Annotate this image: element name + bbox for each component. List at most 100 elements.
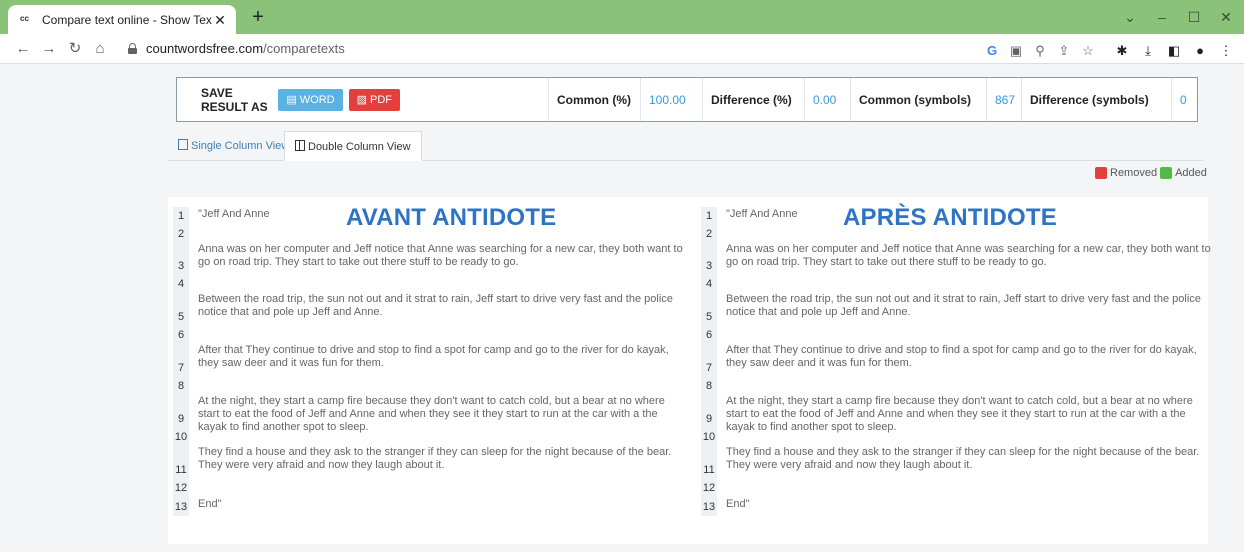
text-line: 8 [173, 377, 683, 395]
line-text: After that They continue to drive and st… [198, 344, 669, 369]
line-text [717, 275, 1211, 293]
word-file-icon: ▤ [286, 93, 297, 106]
text-line: 13 End" [173, 497, 683, 516]
right-text-column: 1 "Jeff And Anne 2 3 Anna was on her compute… [701, 207, 1211, 516]
text-line: 12 [701, 479, 1211, 497]
common-symbols-label: Common (symbols) [850, 78, 986, 121]
profile-avatar-icon[interactable]: ● [1190, 41, 1210, 61]
url-text[interactable]: countwordsfree.com/comparetexts [146, 41, 345, 56]
minimize-icon[interactable]: – [1148, 6, 1176, 28]
text-line: 3 Anna was on her computer and Jeff notic… [173, 243, 683, 275]
line-text: After that They continue to drive and st… [726, 344, 1197, 369]
line-number: 9 [701, 395, 717, 428]
line-number: 2 [701, 225, 717, 243]
difference-percent-label: Difference (%) [702, 78, 804, 121]
bookmark-star-icon[interactable]: ☆ [1078, 41, 1098, 61]
text-line: 6 [173, 326, 683, 344]
line-text [717, 479, 1211, 497]
share-icon[interactable]: ⇪ [1054, 41, 1074, 61]
line-number: 2 [173, 225, 189, 243]
side-panel-icon[interactable]: ◧ [1164, 41, 1184, 61]
address-bar[interactable]: countwordsfree.com/comparetexts G ▣ ⚲ ⇪ … [116, 37, 1244, 61]
site-favicon-icon: ᶜᶜ [20, 12, 30, 27]
reload-icon[interactable]: ↻ [64, 38, 86, 60]
line-text: End" [726, 498, 750, 510]
maximize-icon[interactable]: ☐ [1180, 6, 1208, 28]
extensions-icon[interactable]: ✱ [1112, 41, 1132, 61]
line-text: They find a house and they ask to the st… [726, 446, 1200, 471]
line-number: 12 [701, 479, 717, 497]
text-line: 5 Between the road trip, the sun not out … [173, 293, 683, 326]
tab-title: Compare text online - Show Text [42, 12, 212, 27]
browser-tab[interactable]: ᶜᶜ Compare text online - Show Text ✕ [8, 5, 236, 34]
line-number: 11 [173, 446, 189, 479]
text-line: 11 They find a house and they ask to the … [173, 446, 683, 479]
common-percent-label: Common (%) [548, 78, 640, 121]
pdf-file-icon: ▨ [356, 93, 367, 106]
line-text [717, 377, 1211, 395]
text-line: 13 End" [701, 497, 1211, 516]
back-icon[interactable]: ← [12, 38, 34, 60]
save-word-button[interactable]: ▤ WORD [278, 88, 343, 111]
line-number: 13 [701, 497, 717, 516]
line-text [717, 326, 1211, 344]
line-number: 7 [701, 344, 717, 377]
difference-symbols-value: 0 [1171, 78, 1197, 121]
comparison-panel: 1 "Jeff And Anne 2 3 Anna was on her compute… [168, 197, 1211, 544]
line-number: 7 [173, 344, 189, 377]
line-number: 8 [701, 377, 717, 395]
line-number: 6 [173, 326, 189, 344]
menu-dots-icon[interactable]: ⋮ [1216, 41, 1236, 61]
window-close-icon[interactable]: ✕ [1212, 6, 1240, 28]
comparison-stats: Common (%) 100.00 Difference (%) 0.00 Co… [548, 78, 1197, 121]
common-percent-value: 100.00 [640, 78, 702, 121]
line-number: 5 [701, 293, 717, 326]
text-line: 10 [701, 428, 1211, 446]
line-text: End" [198, 498, 222, 510]
tab-double-column-view[interactable]: Double Column View [284, 131, 422, 161]
left-column-heading: AVANT ANTIDOTE [346, 204, 557, 231]
line-text [189, 326, 683, 344]
save-pdf-button[interactable]: ▨ PDF [348, 88, 400, 111]
save-result-label: SAVE RESULT AS [201, 85, 268, 114]
text-line: 6 [701, 326, 1211, 344]
zoom-icon[interactable]: ⚲ [1030, 41, 1050, 61]
text-line: 11 They find a house and they ask to the … [701, 446, 1211, 479]
new-tab-icon[interactable]: + [246, 6, 270, 30]
line-number: 10 [701, 428, 717, 446]
line-text [189, 479, 683, 497]
close-tab-icon[interactable]: ✕ [212, 12, 228, 28]
added-swatch [1160, 167, 1173, 179]
removed-label: Removed [1110, 167, 1158, 179]
tab-strip: ᶜᶜ Compare text online - Show Text ✕ + ⌄… [0, 0, 1244, 34]
text-line: 12 [173, 479, 683, 497]
tab-search-chevron-icon[interactable]: ⌄ [1116, 6, 1144, 28]
line-text [717, 428, 1211, 446]
document-icon [178, 139, 188, 150]
line-number: 11 [701, 446, 717, 479]
result-summary-bar: SAVE RESULT AS ▤ WORD ▨ PDF Common (%) 100… [176, 77, 1198, 122]
line-number: 4 [701, 275, 717, 293]
line-text: Anna was on her computer and Jeff notice… [726, 243, 1211, 268]
line-number: 13 [173, 497, 189, 516]
line-number: 3 [701, 243, 717, 275]
line-number: 6 [701, 326, 717, 344]
removed-swatch [1095, 167, 1107, 179]
google-icon[interactable]: G [982, 41, 1002, 61]
text-line: 5 Between the road trip, the sun not out … [701, 293, 1211, 326]
difference-percent-value: 0.00 [804, 78, 850, 121]
forward-icon[interactable]: → [38, 38, 60, 60]
line-number: 10 [173, 428, 189, 446]
left-text-column: 1 "Jeff And Anne 2 3 Anna was on her compute… [173, 207, 683, 516]
line-text: Between the road trip, the sun not out a… [726, 293, 1201, 318]
download-icon[interactable]: ⤓ [1138, 41, 1158, 61]
line-number: 8 [173, 377, 189, 395]
line-number: 3 [173, 243, 189, 275]
text-line: 10 [173, 428, 683, 446]
translate-icon[interactable]: ▣ [1006, 41, 1026, 61]
tab-single-column-view[interactable]: Single Column View [168, 131, 299, 161]
added-label: Added [1175, 167, 1207, 179]
text-line: 4 [701, 275, 1211, 293]
text-line: 8 [701, 377, 1211, 395]
home-icon[interactable]: ⌂ [89, 38, 111, 60]
